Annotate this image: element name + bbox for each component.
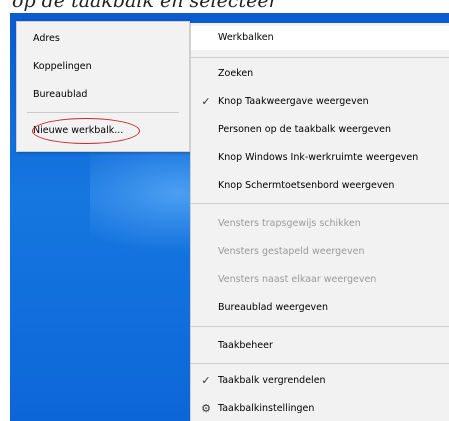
- submenu-item-koppelingen[interactable]: Koppelingen: [17, 55, 189, 79]
- menu-item-label: Zoeken: [218, 68, 254, 79]
- caption-label: op de taakbalk en selecteer: [12, 0, 278, 12]
- submenu-item-label: Koppelingen: [33, 61, 92, 72]
- menu-item-label: Vensters gestapeld weergeven: [218, 246, 365, 257]
- taskbar-context-menu: Werkbalken Zoeken ✓ Knop Taakweergave we…: [190, 23, 449, 421]
- submenu-item-label: Bureaublad: [33, 89, 88, 100]
- menu-item-label: Taakbalkinstellingen: [218, 403, 315, 414]
- menu-separator: [191, 203, 449, 204]
- menu-separator: [191, 363, 449, 364]
- submenu-item-label: Adres: [33, 33, 60, 44]
- caption-text: op de taakbalk en selecteer: [0, 0, 449, 13]
- menu-item-cascade[interactable]: Vensters trapsgewijs schikken: [191, 212, 449, 236]
- menu-item-side-by-side[interactable]: Vensters naast elkaar weergeven: [191, 268, 449, 292]
- menu-item-label: Vensters trapsgewijs schikken: [218, 218, 361, 229]
- menu-item-task-manager[interactable]: Taakbeheer: [191, 334, 449, 358]
- menu-item-label: Bureaublad weergeven: [218, 302, 329, 313]
- menu-item-task-view[interactable]: ✓ Knop Taakweergave weergeven: [191, 90, 449, 114]
- menu-separator: [191, 326, 449, 327]
- toolbars-submenu: Adres Koppelingen Bureaublad Nieuwe werk…: [16, 21, 190, 152]
- menu-item-label: Knop Taakweergave weergeven: [218, 96, 369, 107]
- menu-item-taskbar-settings[interactable]: ⚙ Taakbalkinstellingen: [191, 397, 449, 421]
- menu-item-label: Werkbalken: [218, 32, 274, 43]
- menu-item-label: Knop Schermtoetsenbord weergeven: [218, 180, 395, 191]
- menu-item-show-desktop[interactable]: Bureaublad weergeven: [191, 296, 449, 320]
- submenu-separator: [27, 112, 179, 113]
- menu-item-toolbars[interactable]: Werkbalken: [191, 26, 449, 50]
- menu-item-label: Taakbalk vergrendelen: [218, 375, 326, 386]
- gear-icon: ⚙: [201, 402, 211, 415]
- menu-item-label: Personen op de taakbalk weergeven: [218, 124, 392, 135]
- menu-item-stacked[interactable]: Vensters gestapeld weergeven: [191, 240, 449, 264]
- menu-item-ink[interactable]: Knop Windows Ink-werkruimte weergeven: [191, 146, 449, 170]
- checkmark-icon: ✓: [201, 95, 211, 108]
- menu-item-lock-taskbar[interactable]: ✓ Taakbalk vergrendelen: [191, 369, 449, 393]
- menu-item-people[interactable]: Personen op de taakbalk weergeven: [191, 118, 449, 142]
- submenu-item-adres[interactable]: Adres: [17, 27, 189, 51]
- highlight-circle: [32, 118, 140, 144]
- menu-item-label: Taakbeheer: [218, 340, 273, 351]
- menu-item-search[interactable]: Zoeken: [191, 62, 449, 86]
- menu-item-keyboard[interactable]: Knop Schermtoetsenbord weergeven: [191, 174, 449, 198]
- submenu-item-bureaublad[interactable]: Bureaublad: [17, 83, 189, 107]
- menu-item-label: Knop Windows Ink-werkruimte weergeven: [218, 152, 419, 163]
- menu-separator: [191, 57, 449, 58]
- menu-item-label: Vensters naast elkaar weergeven: [218, 274, 377, 285]
- checkmark-icon: ✓: [201, 374, 211, 387]
